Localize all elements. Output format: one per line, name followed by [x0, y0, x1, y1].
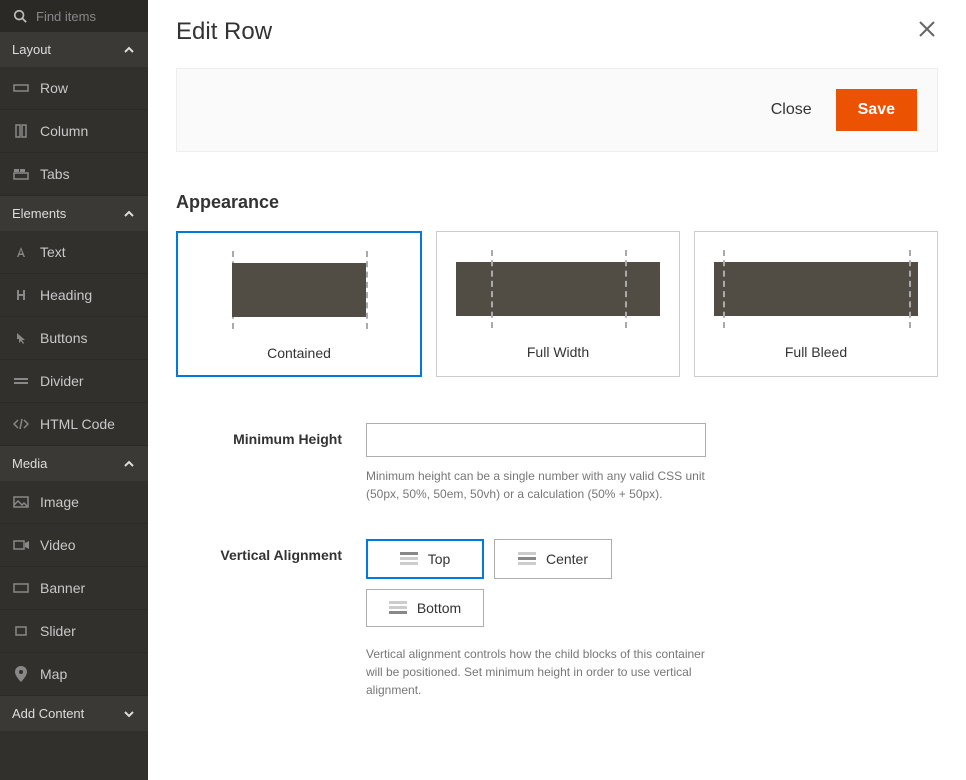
- sidebar-item-heading[interactable]: Heading: [0, 274, 148, 317]
- vertical-alignment-group: Top Center Bottom: [366, 539, 726, 627]
- section-label: Layout: [12, 42, 51, 57]
- chevron-down-icon: [122, 707, 136, 721]
- chevron-up-icon: [122, 43, 136, 57]
- column-icon: [12, 122, 30, 140]
- sidebar-item-text[interactable]: Text: [0, 231, 148, 274]
- section-header-elements[interactable]: Elements: [0, 196, 148, 231]
- appearance-label: Full Bleed: [785, 344, 847, 360]
- close-button[interactable]: Close: [771, 101, 812, 119]
- chevron-up-icon: [122, 207, 136, 221]
- minimum-height-row: Minimum Height Minimum height can be a s…: [148, 405, 966, 521]
- sidebar-item-label: Image: [40, 494, 79, 510]
- section-header-media[interactable]: Media: [0, 446, 148, 481]
- sidebar-item-label: Row: [40, 80, 68, 96]
- minimum-height-input[interactable]: [366, 423, 706, 457]
- sidebar-item-image[interactable]: Image: [0, 481, 148, 524]
- section-label: Elements: [12, 206, 66, 221]
- appearance-option-full-width[interactable]: Full Width: [436, 231, 680, 377]
- buttons-icon: [12, 329, 30, 347]
- appearance-preview-full-width: [447, 250, 669, 328]
- appearance-preview-contained: [188, 251, 410, 329]
- valign-option-label: Center: [546, 551, 588, 567]
- sidebar-item-label: Text: [40, 244, 66, 260]
- text-icon: [12, 243, 30, 261]
- sidebar-item-label: Banner: [40, 580, 85, 596]
- search-bar: [0, 0, 148, 32]
- sidebar-item-buttons[interactable]: Buttons: [0, 317, 148, 360]
- appearance-option-full-bleed[interactable]: Full Bleed: [694, 231, 938, 377]
- sidebar-item-label: Heading: [40, 287, 92, 303]
- valign-option-label: Top: [428, 551, 451, 567]
- minimum-height-label: Minimum Height: [176, 423, 366, 447]
- sidebar-item-map[interactable]: Map: [0, 653, 148, 696]
- sidebar-item-video[interactable]: Video: [0, 524, 148, 567]
- sidebar-item-label: Buttons: [40, 330, 87, 346]
- sidebar-item-label: Column: [40, 123, 88, 139]
- panel-title: Edit Row: [176, 18, 272, 46]
- vertical-alignment-label: Vertical Alignment: [176, 539, 366, 563]
- appearance-label: Full Width: [527, 344, 589, 360]
- slider-icon: [12, 622, 30, 640]
- panel-header: Edit Row: [148, 0, 966, 58]
- sidebar-item-label: HTML Code: [40, 416, 115, 432]
- vertical-alignment-row: Vertical Alignment Top Center Bottom Ver…: [148, 521, 966, 717]
- edit-row-panel: Edit Row Close Save Appearance Contained: [148, 0, 966, 780]
- tabs-icon: [12, 165, 30, 183]
- banner-icon: [12, 579, 30, 597]
- sidebar: Layout Row Column Tabs Elements Text Hea…: [0, 0, 148, 780]
- sidebar-item-divider[interactable]: Divider: [0, 360, 148, 403]
- sidebar-item-label: Map: [40, 666, 67, 682]
- chevron-up-icon: [122, 457, 136, 471]
- sidebar-item-tabs[interactable]: Tabs: [0, 153, 148, 196]
- valign-option-bottom[interactable]: Bottom: [366, 589, 484, 627]
- search-icon: [12, 8, 28, 24]
- appearance-preview-full-bleed: [705, 250, 927, 328]
- row-icon: [12, 79, 30, 97]
- valign-option-label: Bottom: [417, 600, 461, 616]
- minimum-height-help: Minimum height can be a single number wi…: [366, 467, 706, 503]
- sidebar-item-html-code[interactable]: HTML Code: [0, 403, 148, 446]
- appearance-option-contained[interactable]: Contained: [176, 231, 422, 377]
- action-bar: Close Save: [176, 68, 938, 152]
- sidebar-item-label: Slider: [40, 623, 76, 639]
- valign-option-center[interactable]: Center: [494, 539, 612, 579]
- section-header-add-content[interactable]: Add Content: [0, 696, 148, 731]
- sidebar-item-label: Divider: [40, 373, 84, 389]
- heading-icon: [12, 286, 30, 304]
- close-icon[interactable]: [916, 18, 938, 40]
- appearance-label: Contained: [267, 345, 331, 361]
- divider-icon: [12, 372, 30, 390]
- code-icon: [12, 415, 30, 433]
- sidebar-item-label: Tabs: [40, 166, 70, 182]
- map-pin-icon: [12, 665, 30, 683]
- vertical-alignment-help: Vertical alignment controls how the chil…: [366, 645, 706, 699]
- search-input[interactable]: [36, 9, 126, 24]
- section-label: Media: [12, 456, 47, 471]
- image-icon: [12, 493, 30, 511]
- appearance-section-title: Appearance: [148, 152, 966, 231]
- align-center-icon: [518, 552, 536, 566]
- valign-option-top[interactable]: Top: [366, 539, 484, 579]
- align-top-icon: [400, 552, 418, 566]
- sidebar-item-slider[interactable]: Slider: [0, 610, 148, 653]
- sidebar-item-banner[interactable]: Banner: [0, 567, 148, 610]
- sidebar-item-column[interactable]: Column: [0, 110, 148, 153]
- sidebar-item-label: Video: [40, 537, 76, 553]
- align-bottom-icon: [389, 601, 407, 615]
- sidebar-item-row[interactable]: Row: [0, 67, 148, 110]
- save-button[interactable]: Save: [836, 89, 917, 131]
- appearance-options: Contained Full Width Full Bleed: [148, 231, 966, 377]
- video-icon: [12, 536, 30, 554]
- section-label: Add Content: [12, 706, 84, 721]
- section-header-layout[interactable]: Layout: [0, 32, 148, 67]
